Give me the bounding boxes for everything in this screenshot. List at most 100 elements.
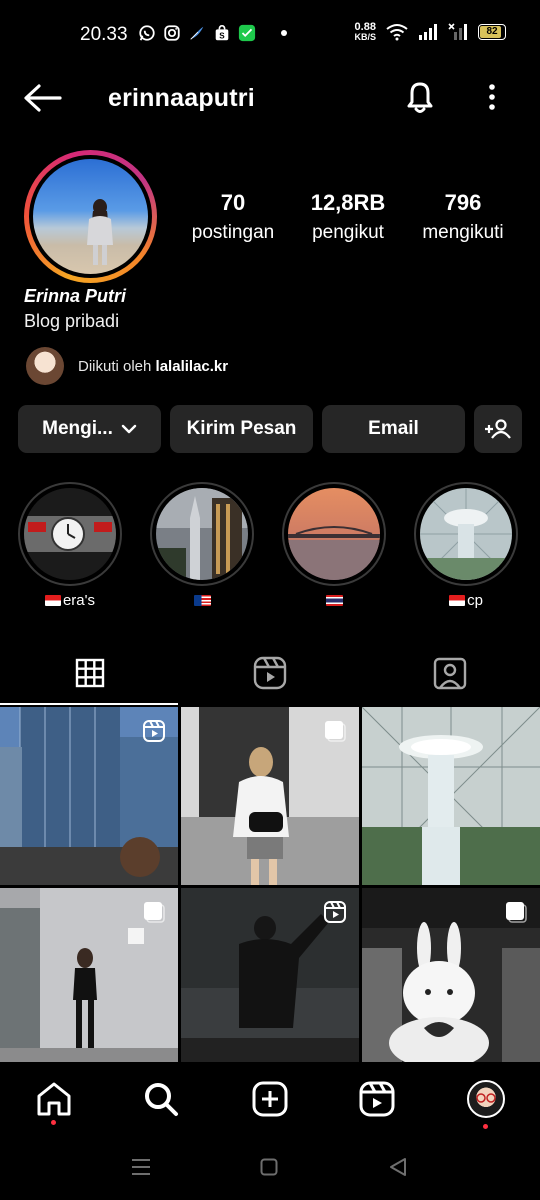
post-tile[interactable] — [181, 888, 359, 1066]
multi-post-icon — [506, 902, 527, 923]
tab-tagged[interactable] — [360, 640, 540, 706]
tab-reels[interactable] — [180, 640, 360, 706]
recent-apps-icon[interactable] — [131, 1158, 151, 1176]
highlight-cover-sunset — [288, 488, 380, 580]
profile-avatar[interactable] — [24, 150, 157, 283]
highlight-ring — [18, 482, 122, 586]
post-tile[interactable] — [362, 707, 540, 885]
active-tab-indicator — [0, 703, 178, 705]
chevron-down-icon — [121, 424, 137, 434]
shopee-icon: S — [215, 24, 229, 40]
following-stat[interactable]: 796 mengikuti — [413, 190, 513, 244]
net-speed: 0.88 KB/S — [354, 21, 376, 43]
status-time: 20.33 — [80, 24, 128, 45]
notification-dot-icon — [281, 30, 287, 36]
home-icon[interactable] — [35, 1080, 73, 1118]
followed-by-text: Diikuti oleh lalalilac.kr — [78, 358, 228, 375]
highlight-thailand-caption — [282, 592, 386, 609]
flag-indonesia-icon — [44, 595, 61, 606]
tagged-icon — [433, 657, 467, 690]
reels-badge-icon — [324, 901, 346, 923]
highlight-eras[interactable]: era's — [18, 482, 122, 609]
home-button-icon[interactable] — [260, 1158, 278, 1176]
net-speed-unit: KB/S — [354, 32, 376, 42]
back-button-icon[interactable] — [389, 1157, 407, 1177]
followed-by-row[interactable]: Diikuti oleh lalalilac.kr — [26, 346, 228, 386]
highlight-cp[interactable]: cp — [414, 482, 518, 609]
profile-full-name: Erinna Putri — [24, 286, 127, 306]
avatar-photo — [33, 159, 148, 274]
highlight-thailand[interactable] — [282, 482, 386, 609]
whatsapp-icon — [139, 25, 155, 41]
highlight-ring — [414, 482, 518, 586]
create-icon[interactable] — [251, 1080, 289, 1118]
more-vertical-icon[interactable] — [480, 82, 504, 112]
bottom-navigation — [0, 1062, 540, 1136]
reels-badge-icon — [143, 720, 165, 742]
bell-icon[interactable] — [402, 78, 438, 116]
post-tile[interactable] — [362, 888, 540, 1066]
followed-by-prefix: Diikuti oleh — [78, 357, 156, 375]
following-count: 796 — [444, 190, 482, 215]
posts-stat[interactable]: 70 postingan — [183, 190, 283, 244]
flag-thailand-icon — [325, 595, 343, 606]
multi-post-icon — [144, 902, 165, 923]
system-navigation-bar — [0, 1136, 540, 1200]
email-button-label: Email — [368, 418, 419, 439]
posts-count: 70 — [220, 190, 246, 215]
net-speed-value: 0.88 — [354, 21, 376, 33]
profile-username: erinnaaputri — [108, 84, 255, 112]
battery-icon: 82 — [478, 24, 506, 40]
message-button-label: Kirim Pesan — [186, 418, 297, 439]
battery-level: 82 — [486, 26, 498, 37]
multi-post-icon — [325, 721, 346, 742]
profile-avatar-glasses — [476, 1093, 496, 1103]
profile-tabs — [0, 640, 540, 706]
status-bar: 20.33 S 0.88 KB/S 82 — [0, 0, 540, 66]
profile-bio: Blog pribadi — [24, 311, 120, 331]
post-tile[interactable] — [181, 707, 359, 885]
add-user-button[interactable] — [474, 405, 522, 453]
wechat-icon — [238, 24, 256, 42]
highlight-cover-clock — [24, 488, 116, 580]
followed-by-user: lalalilac.kr — [155, 357, 229, 375]
highlight-cp-label: cp — [467, 592, 483, 609]
status-app-icons: S — [138, 24, 287, 42]
flag-indonesia-icon — [449, 595, 466, 606]
highlight-eras-label: era's — [62, 592, 96, 609]
profile-notification-dot — [483, 1124, 488, 1129]
follower-avatar — [26, 347, 64, 385]
highlight-eras-caption: era's — [18, 592, 122, 609]
highlight-cover-dome — [420, 488, 512, 580]
message-button[interactable]: Kirim Pesan — [170, 405, 313, 453]
profile-topbar: erinnaaputri — [0, 66, 540, 130]
status-system-icons: 0.88 KB/S 82 — [354, 22, 506, 42]
back-arrow-icon[interactable] — [22, 82, 62, 114]
signal-icon — [419, 24, 437, 40]
flag-malaysia-icon — [193, 595, 211, 606]
followers-label: pengikut — [312, 222, 384, 243]
posts-label: postingan — [191, 222, 275, 243]
highlight-ring — [282, 482, 386, 586]
search-icon[interactable] — [142, 1080, 180, 1118]
followers-stat[interactable]: 12,8RB pengikut — [298, 190, 398, 244]
instagram-icon — [164, 25, 180, 41]
home-notification-dot — [51, 1120, 56, 1125]
tab-posts-grid[interactable] — [0, 640, 180, 706]
highlight-malaysia[interactable] — [150, 482, 254, 609]
following-button[interactable]: Mengi... — [18, 405, 161, 453]
email-button[interactable]: Email — [322, 405, 465, 453]
signal-x-icon — [448, 23, 467, 40]
reels-icon — [253, 656, 287, 690]
following-button-label: Mengi... — [42, 418, 113, 439]
followers-count: 12,8RB — [310, 190, 386, 215]
highlight-cp-caption: cp — [414, 592, 518, 609]
post-tile[interactable] — [0, 707, 178, 885]
highlight-malaysia-caption — [150, 592, 254, 609]
wifi-icon — [386, 24, 408, 41]
post-tile[interactable] — [0, 888, 178, 1066]
reels-icon[interactable] — [358, 1080, 396, 1118]
profile-avatar-nav[interactable] — [467, 1080, 505, 1118]
svg-text:S: S — [219, 31, 225, 40]
add-user-icon — [485, 419, 511, 439]
